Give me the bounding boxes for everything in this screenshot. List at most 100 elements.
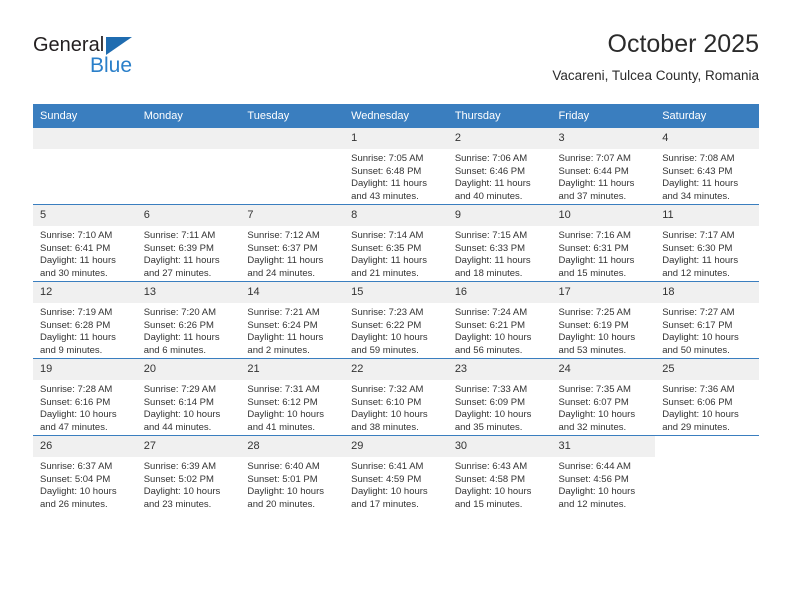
calendar-day-cell[interactable]: 18 Sunrise: 7:27 AM Sunset: 6:17 PM Dayligh… [655,281,759,359]
daylight-text-line1: Daylight: 11 hours [40,255,116,267]
daylight-text-line1: Daylight: 11 hours [351,178,427,190]
sunrise-text: Sunrise: 6:37 AM [40,461,113,472]
calendar-day-cell[interactable]: 5 Sunrise: 7:10 AM Sunset: 6:41 PM Daylight… [33,204,137,282]
calendar-day-number: 14 [240,282,345,303]
calendar-day-number: 15 [344,282,448,303]
calendar-day-details: Sunrise: 6:41 AM Sunset: 4:59 PM Daylight:… [344,457,448,511]
daylight-text-line2: and 44 minutes. [143,421,212,433]
sunset-text: Sunset: 6:06 PM [662,396,733,408]
sunrise-text: Sunrise: 7:06 AM [454,153,528,164]
calendar-day-cell[interactable]: 9 Sunrise: 7:15 AM Sunset: 6:33 PM Daylight… [447,204,552,282]
calendar-day-cell[interactable]: 24 Sunrise: 7:35 AM Sunset: 6:07 PM Dayligh… [551,358,656,436]
sunset-text: Sunset: 6:22 PM [351,319,422,331]
logo-text-blue: Blue [90,54,133,77]
daylight-text-line1: Daylight: 10 hours [351,332,428,344]
daylight-text-line2: and 43 minutes. [351,190,419,202]
calendar-day-details: Sunrise: 7:23 AM Sunset: 6:22 PM Daylight:… [344,303,448,357]
calendar-day-details: Sunrise: 7:05 AM Sunset: 6:48 PM Daylight:… [344,149,448,203]
calendar-day-cell[interactable]: 6 Sunrise: 7:11 AM Sunset: 6:39 PM Daylight… [136,204,241,282]
calendar-day-cell[interactable]: 25 Sunrise: 7:36 AM Sunset: 6:06 PM Dayligh… [655,358,759,436]
calendar-day-cell[interactable]: 27 Sunrise: 6:39 AM Sunset: 5:02 PM Dayligh… [136,435,241,512]
daylight-text-line2: and 6 minutes. [143,344,207,356]
sunrise-text: Sunrise: 7:07 AM [558,153,631,164]
sunset-text: Sunset: 6:33 PM [454,242,526,254]
calendar-day-cell[interactable]: 13 Sunrise: 7:20 AM Sunset: 6:26 PM Dayligh… [136,281,241,359]
daylight-text-line2: and 53 minutes. [558,344,627,356]
calendar-day-cell[interactable]: 14 Sunrise: 7:21 AM Sunset: 6:24 PM Dayligh… [240,281,345,359]
calendar-day-cell[interactable]: 22 Sunrise: 7:32 AM Sunset: 6:10 PM Dayligh… [344,358,448,436]
calendar-cell-empty [136,127,241,205]
calendar-day-number: 9 [447,205,552,226]
calendar-day-details: Sunrise: 7:17 AM Sunset: 6:30 PM Daylight:… [655,226,759,280]
calendar-day-details: Sunrise: 7:36 AM Sunset: 6:06 PM Daylight:… [655,380,759,434]
sunset-text: Sunset: 6:28 PM [40,319,111,331]
page-title: October 2025 [607,30,760,58]
calendar-day-cell[interactable]: 31 Sunrise: 6:44 AM Sunset: 4:56 PM Dayligh… [551,435,656,512]
calendar-day-cell[interactable]: 10 Sunrise: 7:16 AM Sunset: 6:31 PM Dayligh… [551,204,656,282]
page-header: General Blue October 2025 Vacareni, Tulc… [33,28,759,98]
calendar-day-cell[interactable]: 12 Sunrise: 7:19 AM Sunset: 6:28 PM Dayligh… [33,281,137,359]
calendar-day-details: Sunrise: 7:15 AM Sunset: 6:33 PM Daylight:… [448,226,552,280]
sunset-text: Sunset: 4:59 PM [351,473,422,485]
calendar-day-cell[interactable]: 15 Sunrise: 7:23 AM Sunset: 6:22 PM Dayligh… [344,281,448,359]
sunset-text: Sunset: 6:35 PM [351,242,422,254]
sunrise-text: Sunrise: 7:15 AM [454,230,528,241]
daylight-text-line1: Daylight: 10 hours [247,486,324,498]
calendar-day-details: Sunrise: 6:37 AM Sunset: 5:04 PM Daylight:… [33,457,137,511]
calendar-day-cell[interactable]: 20 Sunrise: 7:29 AM Sunset: 6:14 PM Dayligh… [136,358,241,436]
daylight-text-line1: Daylight: 11 hours [247,332,324,344]
calendar-day-details: Sunrise: 7:19 AM Sunset: 6:28 PM Daylight:… [33,303,137,357]
sunrise-text: Sunrise: 7:32 AM [351,384,424,395]
daylight-text-line2: and 12 minutes. [662,267,730,279]
calendar-day-number: 19 [33,359,137,380]
calendar-day-details: Sunrise: 7:28 AM Sunset: 6:16 PM Daylight:… [33,380,137,434]
daylight-text-line1: Daylight: 10 hours [558,409,636,421]
calendar-day-cell[interactable]: 21 Sunrise: 7:31 AM Sunset: 6:12 PM Dayligh… [240,358,345,436]
daylight-text-line1: Daylight: 10 hours [558,486,636,498]
sunrise-text: Sunrise: 6:41 AM [351,461,424,472]
sunset-text: Sunset: 5:01 PM [247,473,318,485]
daylight-text-line2: and 26 minutes. [40,498,108,510]
sunrise-text: Sunrise: 7:29 AM [143,384,217,395]
calendar-week-row: 26 Sunrise: 6:37 AM Sunset: 5:04 PM Dayligh… [33,435,759,512]
sunset-text: Sunset: 6:21 PM [454,319,526,331]
calendar-day-cell[interactable]: 30 Sunrise: 6:43 AM Sunset: 4:58 PM Dayligh… [447,435,552,512]
daylight-text-line1: Daylight: 10 hours [40,486,117,498]
calendar-day-cell[interactable]: 17 Sunrise: 7:25 AM Sunset: 6:19 PM Dayligh… [551,281,656,359]
calendar-day-cell[interactable]: 19 Sunrise: 7:28 AM Sunset: 6:16 PM Dayligh… [33,358,137,436]
calendar-day-cell[interactable]: 2 Sunrise: 7:06 AM Sunset: 6:46 PM Daylight… [447,127,552,205]
calendar-day-number: 6 [136,205,241,226]
daylight-text-line2: and 47 minutes. [40,421,108,433]
daylight-text-line1: Daylight: 10 hours [143,486,221,498]
calendar-day-number: 30 [447,436,552,457]
daylight-text-line1: Daylight: 10 hours [351,409,428,421]
calendar-day-cell[interactable]: 11 Sunrise: 7:17 AM Sunset: 6:30 PM Dayligh… [655,204,759,282]
calendar-day-details: Sunrise: 7:24 AM Sunset: 6:21 PM Daylight:… [448,303,552,357]
calendar-day-cell[interactable]: 4 Sunrise: 7:08 AM Sunset: 6:43 PM Daylight… [655,127,759,205]
sunset-text: Sunset: 6:10 PM [351,396,422,408]
calendar-day-cell[interactable]: 26 Sunrise: 6:37 AM Sunset: 5:04 PM Dayligh… [33,435,137,512]
calendar-day-details: Sunrise: 6:43 AM Sunset: 4:58 PM Daylight:… [448,457,552,511]
sunset-text: Sunset: 4:56 PM [558,473,629,485]
daylight-text-line2: and 56 minutes. [454,344,523,356]
calendar-day-cell[interactable]: 28 Sunrise: 6:40 AM Sunset: 5:01 PM Dayligh… [240,435,345,512]
calendar-day-cell[interactable]: 16 Sunrise: 7:24 AM Sunset: 6:21 PM Dayligh… [447,281,552,359]
calendar-day-number: 3 [551,128,656,149]
calendar-day-number: 21 [240,359,345,380]
calendar-day-cell[interactable]: 23 Sunrise: 7:33 AM Sunset: 6:09 PM Dayligh… [447,358,552,436]
calendar-day-cell[interactable]: 7 Sunrise: 7:12 AM Sunset: 6:37 PM Daylight… [240,204,345,282]
calendar-day-number: 17 [551,282,656,303]
daylight-text-line2: and 23 minutes. [143,498,212,510]
title-block: October 2025 Vacareni, Tulcea County, Ro… [552,28,759,86]
calendar-day-cell[interactable]: 1 Sunrise: 7:05 AM Sunset: 6:48 PM Daylight… [344,127,448,205]
triangle-icon [106,37,132,55]
weekday-header-thursday: Thursday [447,104,552,128]
calendar-day-details: Sunrise: 7:32 AM Sunset: 6:10 PM Daylight:… [344,380,448,434]
calendar-day-cell[interactable]: 29 Sunrise: 6:41 AM Sunset: 4:59 PM Dayligh… [344,435,448,512]
sunrise-text: Sunrise: 7:27 AM [662,307,735,318]
daylight-text-line1: Daylight: 10 hours [662,332,739,344]
calendar-day-cell[interactable]: 8 Sunrise: 7:14 AM Sunset: 6:35 PM Daylight… [344,204,448,282]
calendar-day-cell[interactable]: 3 Sunrise: 7:07 AM Sunset: 6:44 PM Daylight… [551,127,656,205]
sunrise-text: Sunrise: 7:35 AM [558,384,631,395]
calendar-day-number: 11 [655,205,759,226]
